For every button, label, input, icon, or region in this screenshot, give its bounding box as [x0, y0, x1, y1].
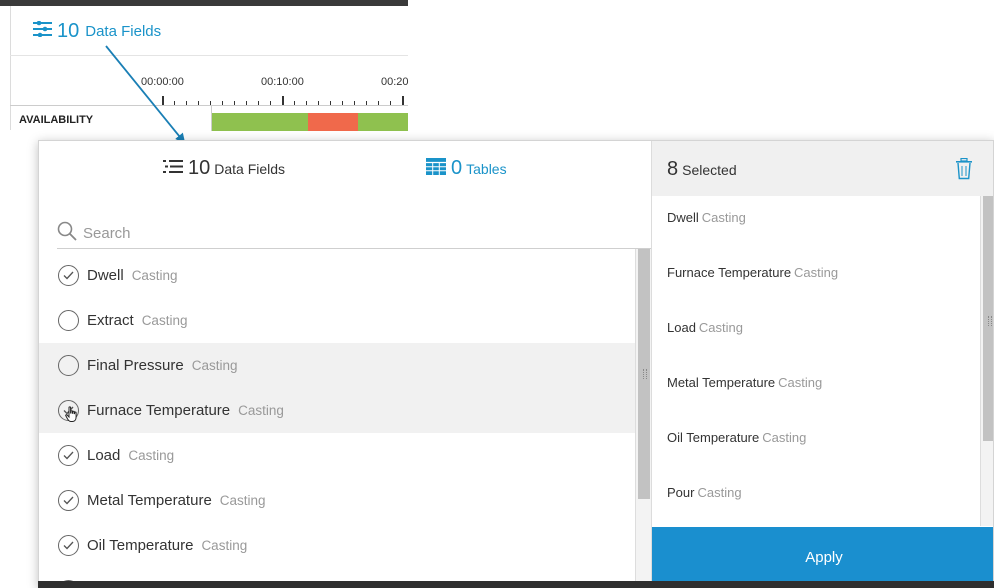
selected-item[interactable]: Furnace Temperature Casting	[652, 251, 980, 306]
check-circle-icon[interactable]	[58, 265, 79, 286]
selected-header: 8 Selected	[652, 141, 993, 196]
selected-item[interactable]: Dwell Casting	[652, 196, 980, 251]
field-name: Furnace Temperature	[87, 402, 231, 419]
scrollbar-thumb[interactable]	[638, 249, 650, 499]
empty-circle-icon[interactable]	[58, 310, 79, 331]
field-picker: 10 Data Fields 0 Tables Search Dwell Cas…	[39, 141, 651, 587]
selected-item[interactable]: Oil Temperature Casting	[652, 416, 980, 471]
empty-circle-icon[interactable]	[58, 355, 79, 376]
search-bar	[57, 219, 651, 249]
selected-item[interactable]: Load Casting	[652, 306, 980, 361]
field-category: Casting	[219, 493, 266, 508]
data-fields-popup: 10 Data Fields 0 Tables Search Dwell Cas…	[38, 140, 994, 588]
selected-item[interactable]: Pour Casting	[652, 471, 980, 526]
selected-list-scrollbar[interactable]	[980, 196, 993, 526]
field-name: Oil Temperature	[87, 537, 194, 554]
selected-item-category: Casting	[778, 375, 823, 390]
selected-item-category: Casting	[701, 210, 746, 225]
tab-data-fields-count: 10	[188, 157, 211, 179]
check-circle-icon[interactable]	[58, 535, 79, 556]
grip-icon	[988, 316, 992, 326]
bottom-bar	[38, 581, 994, 588]
selected-item-category: Casting	[794, 265, 839, 280]
field-category: Casting	[238, 403, 284, 418]
search-input[interactable]	[83, 225, 623, 242]
tab-data-fields-label: Data Fields	[214, 161, 286, 177]
selected-item[interactable]: Metal Temperature Casting	[652, 361, 980, 416]
selected-count-label: Selected	[682, 162, 737, 178]
tab-bar: 10 Data Fields 0 Tables	[39, 141, 651, 199]
field-name: Metal Temperature	[87, 492, 212, 509]
grip-icon	[643, 369, 647, 379]
scrollbar-thumb[interactable]	[983, 196, 993, 441]
tab-tables-count: 0	[451, 157, 463, 179]
field-name: Final Pressure	[87, 357, 184, 374]
selected-item-name: Pour	[667, 485, 695, 500]
selected-item-name: Dwell	[667, 210, 699, 225]
field-name: Load	[87, 447, 121, 464]
field-category: Casting	[191, 358, 238, 373]
field-category: Casting	[128, 448, 175, 463]
check-circle-icon[interactable]	[58, 490, 79, 511]
selected-list: Dwell Casting Furnace Temperature Casting …	[652, 196, 980, 526]
selected-item-name: Oil Temperature	[667, 430, 760, 445]
field-category: Casting	[131, 268, 178, 283]
field-row-extract[interactable]: Extract Casting	[39, 298, 635, 343]
field-row-oil-temperature[interactable]: Oil Temperature Casting	[39, 523, 635, 568]
selected-item-category: Casting	[698, 320, 743, 335]
field-row-dwell[interactable]: Dwell Casting	[39, 253, 635, 298]
tab-tables-label: Tables	[466, 161, 507, 177]
field-category: Casting	[201, 538, 248, 553]
field-list: Dwell Casting Extract Casting Final Pres…	[39, 253, 635, 587]
list-icon	[163, 159, 183, 179]
selected-count: 8 Selected	[667, 158, 737, 181]
field-row-load[interactable]: Load Casting	[39, 433, 635, 478]
field-name: Dwell	[87, 267, 124, 284]
field-name: Extract	[87, 312, 134, 329]
field-category: Casting	[141, 313, 188, 328]
selected-panel: 8 Selected Dwell Casting Furnace Temperat…	[651, 141, 993, 587]
apply-button[interactable]: Apply	[652, 527, 993, 587]
selected-item-name: Furnace Temperature	[667, 265, 792, 280]
check-circle-icon[interactable]	[58, 445, 79, 466]
field-row-furnace-temperature[interactable]: Furnace Temperature Casting	[39, 388, 635, 433]
search-icon	[57, 221, 77, 246]
field-list-scrollbar[interactable]	[635, 249, 651, 587]
trash-icon[interactable]	[955, 157, 973, 185]
selected-item-name: Metal Temperature	[667, 375, 776, 390]
selected-item-category: Casting	[762, 430, 807, 445]
tab-data-fields[interactable]: 10 Data Fields	[163, 157, 285, 180]
field-row-metal-temperature[interactable]: Metal Temperature Casting	[39, 478, 635, 523]
selected-item-category: Casting	[697, 485, 742, 500]
table-icon	[426, 157, 446, 180]
tab-tables[interactable]: 0 Tables	[426, 157, 507, 180]
selected-item-name: Load	[667, 320, 696, 335]
selected-count-number: 8	[667, 158, 679, 180]
field-row-final-pressure[interactable]: Final Pressure Casting	[39, 343, 635, 388]
hand-pointer-cursor-icon	[65, 406, 79, 428]
